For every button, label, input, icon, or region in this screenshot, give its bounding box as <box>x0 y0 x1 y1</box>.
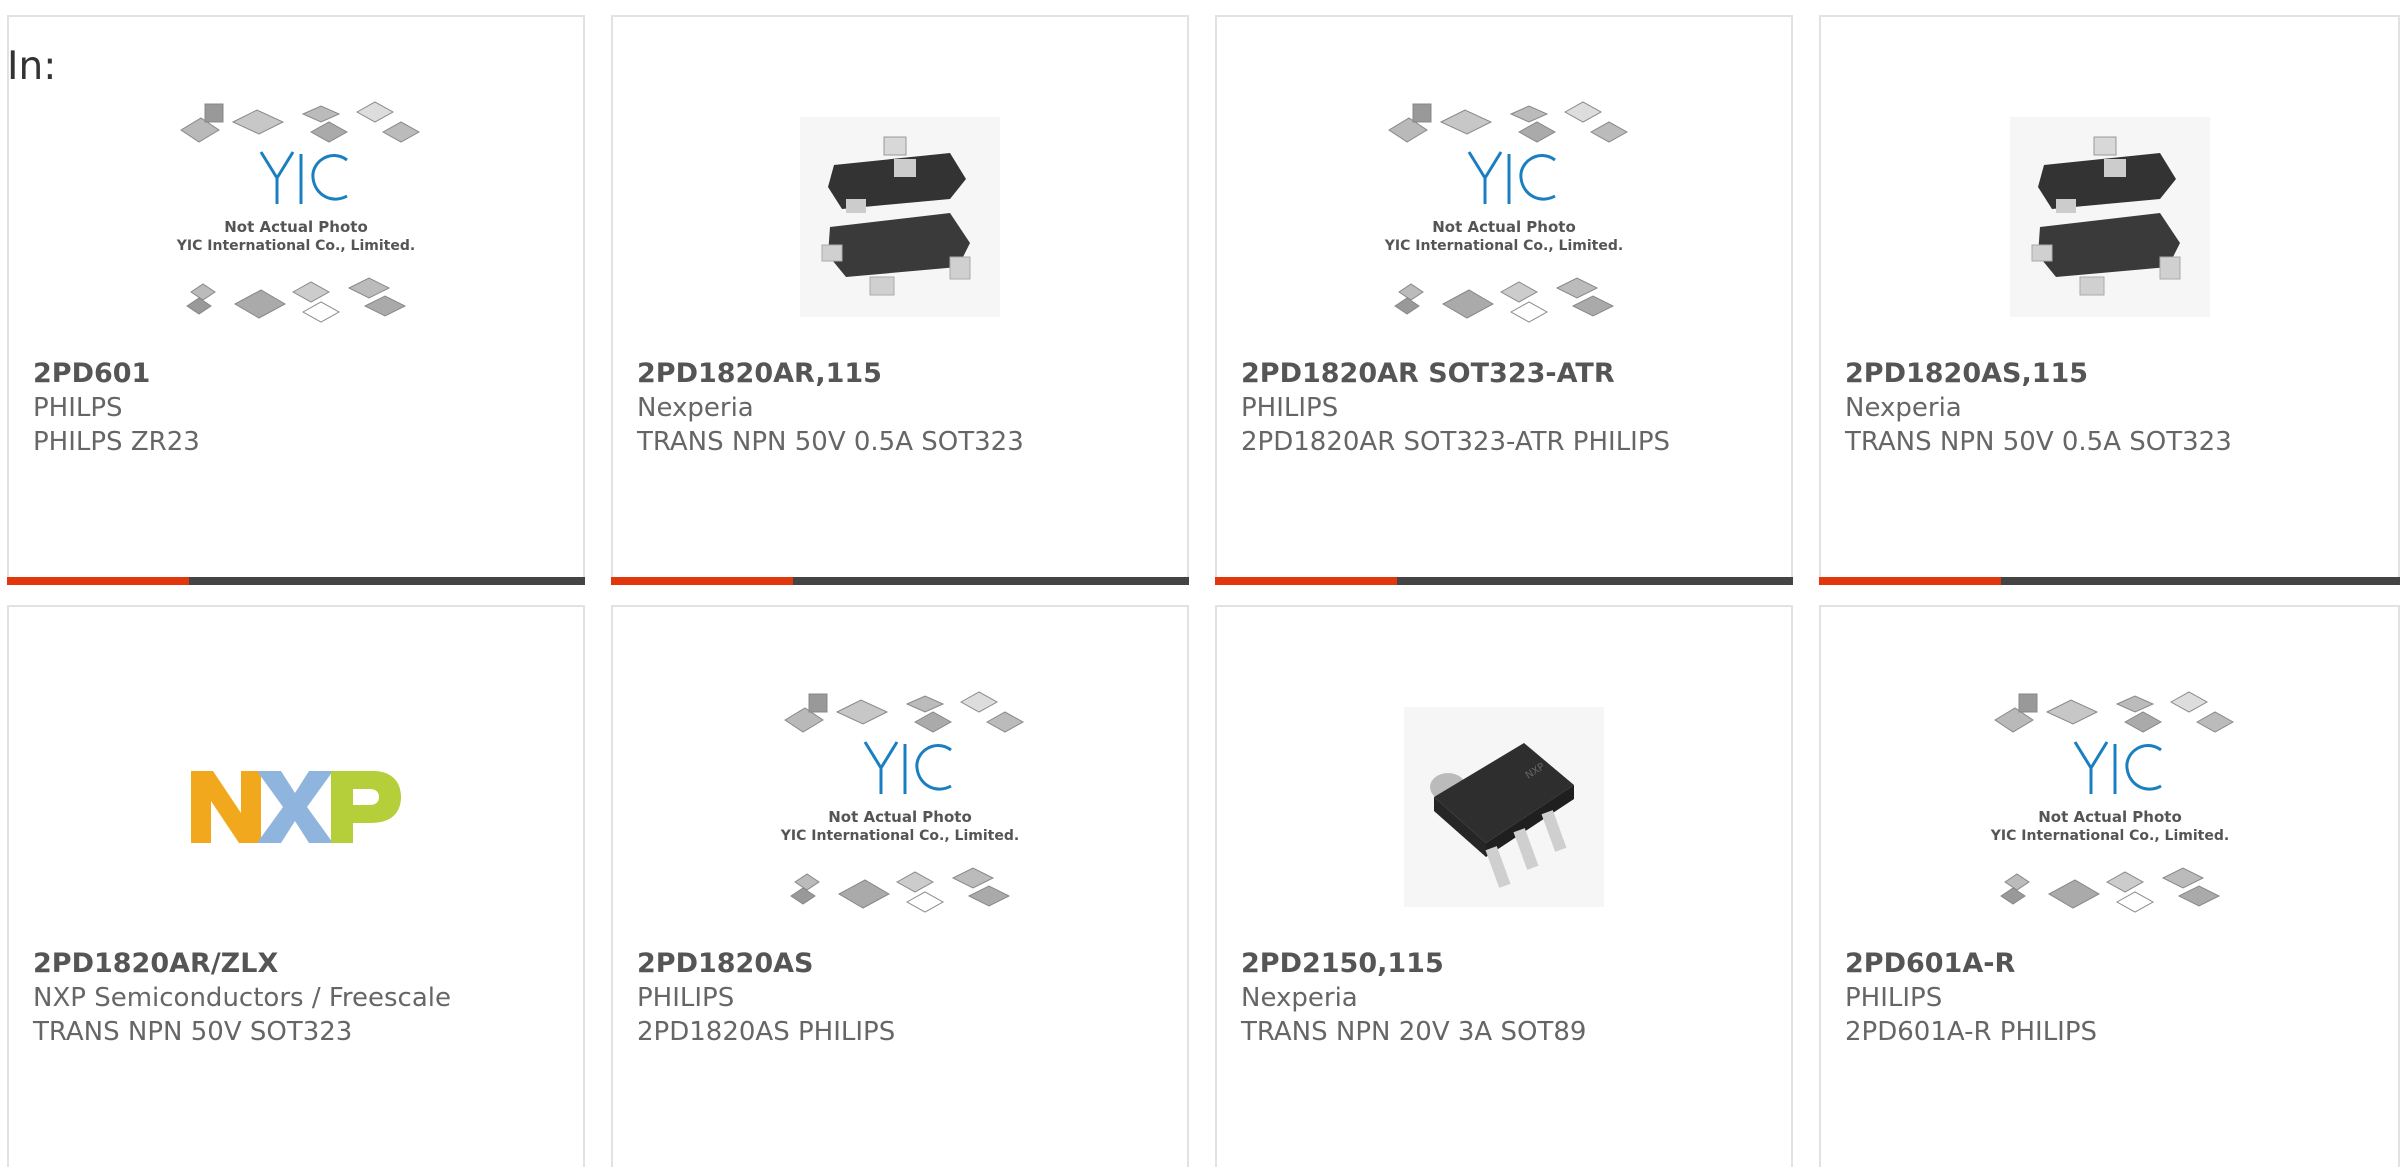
product-card[interactable]: 2PD1820AR/ZLX NXP Semiconductors / Frees… <box>7 605 585 1167</box>
card-footer-accent <box>611 577 793 585</box>
product-image[interactable] <box>9 657 583 957</box>
yic-placeholder-icon: Not Actual Photo YIC International Co., … <box>780 691 1025 913</box>
manufacturer: PHILPS <box>33 393 123 423</box>
sot323-package-icon <box>800 117 1000 317</box>
description: 2PD601A-R PHILIPS <box>1845 1017 2098 1047</box>
part-number[interactable]: 2PD601 <box>33 357 573 391</box>
manufacturer: Nexperia <box>1845 393 1962 423</box>
card-footer-bar <box>7 577 585 585</box>
manufacturer: Nexperia <box>637 393 754 423</box>
description: PHILPS ZR23 <box>33 427 200 457</box>
sot323-package-icon <box>2009 117 2210 317</box>
product-image[interactable]: Not Actual Photo YIC International Co., … <box>1217 67 1791 367</box>
manufacturer: PHILIPS <box>1241 393 1339 423</box>
card-footer-accent <box>1819 577 2001 585</box>
manufacturer: NXP Semiconductors / Freescale <box>33 983 452 1013</box>
product-image[interactable]: Not Actual Photo YIC International Co., … <box>613 657 1187 957</box>
card-footer-accent <box>1215 577 1397 585</box>
part-number[interactable]: 2PD1820AS,115 <box>1845 357 2388 391</box>
manufacturer: PHILIPS <box>637 983 735 1013</box>
description: TRANS NPN 50V 0.5A SOT323 <box>637 427 1024 457</box>
description: TRANS NPN 50V 0.5A SOT323 <box>1845 427 2232 457</box>
product-image[interactable] <box>1821 67 2398 367</box>
product-grid-page: In: Not Actual Photo YIC International C… <box>0 0 2400 1167</box>
yic-placeholder-icon: Not Actual Photo YIC International Co., … <box>1384 101 1629 323</box>
image-caption-line1: Not Actual Photo <box>2038 808 2182 826</box>
product-card[interactable]: 2PD1820AR,115 Nexperia TRANS NPN 50V 0.5… <box>611 15 1189 585</box>
card-footer-bar <box>611 577 1189 585</box>
manufacturer: PHILIPS <box>1845 983 1943 1013</box>
part-number[interactable]: 2PD1820AR,115 <box>637 357 1177 391</box>
part-number[interactable]: 2PD1820AR SOT323-ATR <box>1241 357 1781 391</box>
in-label: In: <box>7 44 57 89</box>
card-footer-bar <box>1819 577 2400 585</box>
image-caption-line2: YIC International Co., Limited. <box>176 238 415 254</box>
image-caption-line1: Not Actual Photo <box>1432 218 1576 236</box>
product-image[interactable]: NXP <box>1217 657 1791 957</box>
product-card[interactable]: 2PD1820AS,115 Nexperia TRANS NPN 50V 0.5… <box>1819 15 2400 585</box>
sot89-package-icon: NXP <box>1404 707 1604 907</box>
product-card[interactable]: Not Actual Photo YIC International Co., … <box>611 605 1189 1167</box>
product-image[interactable]: Not Actual Photo YIC International Co., … <box>1821 657 2398 957</box>
description: 2PD1820AS PHILIPS <box>637 1017 896 1047</box>
part-number[interactable]: 2PD1820AR/ZLX <box>33 947 573 981</box>
description: TRANS NPN 50V SOT323 <box>33 1017 353 1047</box>
nxp-logo-icon <box>191 771 401 843</box>
product-image[interactable]: Not Actual Photo YIC International Co., … <box>9 67 583 367</box>
card-footer-accent <box>7 577 189 585</box>
product-image[interactable] <box>613 67 1187 367</box>
part-number[interactable]: 2PD2150,115 <box>1241 947 1781 981</box>
image-caption-line1: Not Actual Photo <box>224 218 368 236</box>
product-card[interactable]: Not Actual Photo YIC International Co., … <box>1819 605 2400 1167</box>
card-footer-bar <box>1215 577 1793 585</box>
product-card[interactable]: Not Actual Photo YIC International Co., … <box>7 15 585 585</box>
product-card[interactable]: Not Actual Photo YIC International Co., … <box>1215 15 1793 585</box>
image-caption-line2: YIC International Co., Limited. <box>1989 828 2228 844</box>
image-caption-line1: Not Actual Photo <box>828 808 972 826</box>
part-number[interactable]: 2PD601A-R <box>1845 947 2388 981</box>
manufacturer: Nexperia <box>1241 983 1358 1013</box>
part-number[interactable]: 2PD1820AS <box>637 947 1177 981</box>
image-caption-line2: YIC International Co., Limited. <box>1384 238 1623 254</box>
description: TRANS NPN 20V 3A SOT89 <box>1241 1017 1587 1047</box>
image-caption-line2: YIC International Co., Limited. <box>780 828 1019 844</box>
yic-placeholder-icon: Not Actual Photo YIC International Co., … <box>176 101 421 323</box>
product-card[interactable]: NXP 2PD2150,115 Nexperia TRANS NPN 20V 3… <box>1215 605 1793 1167</box>
yic-placeholder-icon: Not Actual Photo YIC International Co., … <box>1989 691 2234 913</box>
description: 2PD1820AR SOT323-ATR PHILIPS <box>1241 427 1671 457</box>
